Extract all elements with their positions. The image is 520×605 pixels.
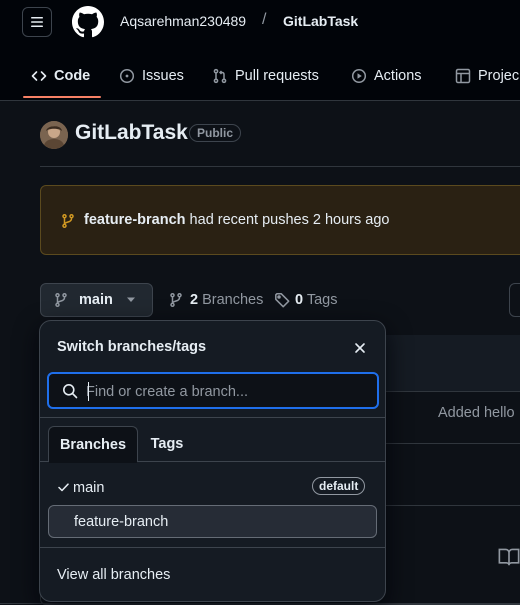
breadcrumb-owner-link[interactable]: Aqsarehman230489 — [120, 13, 246, 29]
git-branch-icon — [53, 292, 69, 308]
breadcrumb-repo-link[interactable]: GitLabTask — [283, 13, 358, 29]
branches-count-link[interactable]: 2 Branches — [168, 292, 263, 308]
recent-push-text: had recent pushes 2 hours ago — [185, 212, 390, 228]
commit-message-link[interactable]: Added hello — [438, 405, 515, 421]
search-icon — [62, 383, 78, 399]
tag-count: 0 — [295, 292, 304, 308]
tab-branches[interactable]: Branches — [48, 426, 138, 462]
recent-push-branch-name[interactable]: feature-branch — [84, 212, 186, 228]
branch-count: 2 — [190, 292, 199, 308]
play-icon — [351, 68, 367, 84]
tab-issues[interactable]: Issues — [119, 66, 184, 86]
tags-label: Tags — [306, 292, 338, 308]
tab-branches-active-gap — [49, 460, 137, 463]
check-icon — [58, 483, 69, 492]
tab-pull-requests[interactable]: Pull requests — [212, 66, 319, 86]
branch-search-input[interactable] — [86, 382, 366, 402]
branch-item-main-label: main — [73, 480, 105, 496]
git-branch-icon — [60, 213, 76, 229]
tab-projects[interactable]: Projec — [455, 66, 519, 86]
default-branch-badge: default — [312, 477, 366, 495]
divider — [40, 417, 385, 418]
dropdown-title: Switch branches/tags — [57, 339, 207, 355]
tab-issues-label: Issues — [142, 68, 184, 84]
tab-tags[interactable]: Tags — [139, 426, 195, 462]
table-icon — [455, 68, 471, 84]
tab-actions[interactable]: Actions — [351, 66, 422, 86]
repo-title[interactable]: GitLabTask — [75, 121, 188, 145]
hamburger-icon — [31, 17, 43, 27]
current-branch-label: main — [79, 292, 113, 308]
triangle-down-icon — [126, 297, 136, 303]
view-all-branches-link[interactable]: View all branches — [57, 567, 170, 583]
breadcrumb-separator: / — [262, 11, 267, 28]
tab-actions-label: Actions — [374, 68, 422, 84]
tab-code-active-indicator — [23, 96, 101, 98]
divider — [40, 547, 385, 548]
tab-projects-label: Projec — [478, 68, 520, 84]
book-icon — [498, 546, 520, 568]
github-logo-icon[interactable] — [72, 6, 104, 38]
issue-opened-icon — [119, 68, 135, 84]
text-cursor — [88, 382, 89, 401]
tab-code-label: Code — [54, 68, 91, 84]
divider — [40, 166, 520, 167]
tab-pull-requests-label: Pull requests — [235, 68, 319, 84]
git-pull-request-icon — [212, 68, 228, 84]
hamburger-menu-button[interactable] — [22, 7, 52, 37]
tag-icon — [274, 292, 290, 308]
tags-count-link[interactable]: 0 Tags — [274, 292, 338, 308]
close-icon — [355, 343, 365, 353]
tab-code[interactable]: Code — [31, 66, 90, 86]
repo-owner-avatar[interactable] — [40, 121, 68, 149]
go-to-file-button[interactable] — [509, 283, 520, 317]
branches-label: Branches — [202, 292, 264, 308]
code-icon — [31, 68, 47, 84]
close-button[interactable] — [351, 339, 369, 357]
recent-push-message: feature-branch had recent pushes 2 hours… — [84, 212, 389, 228]
branch-item-feature-branch-label: feature-branch — [74, 514, 169, 530]
git-branch-icon — [168, 292, 184, 308]
visibility-badge: Public — [189, 124, 242, 142]
